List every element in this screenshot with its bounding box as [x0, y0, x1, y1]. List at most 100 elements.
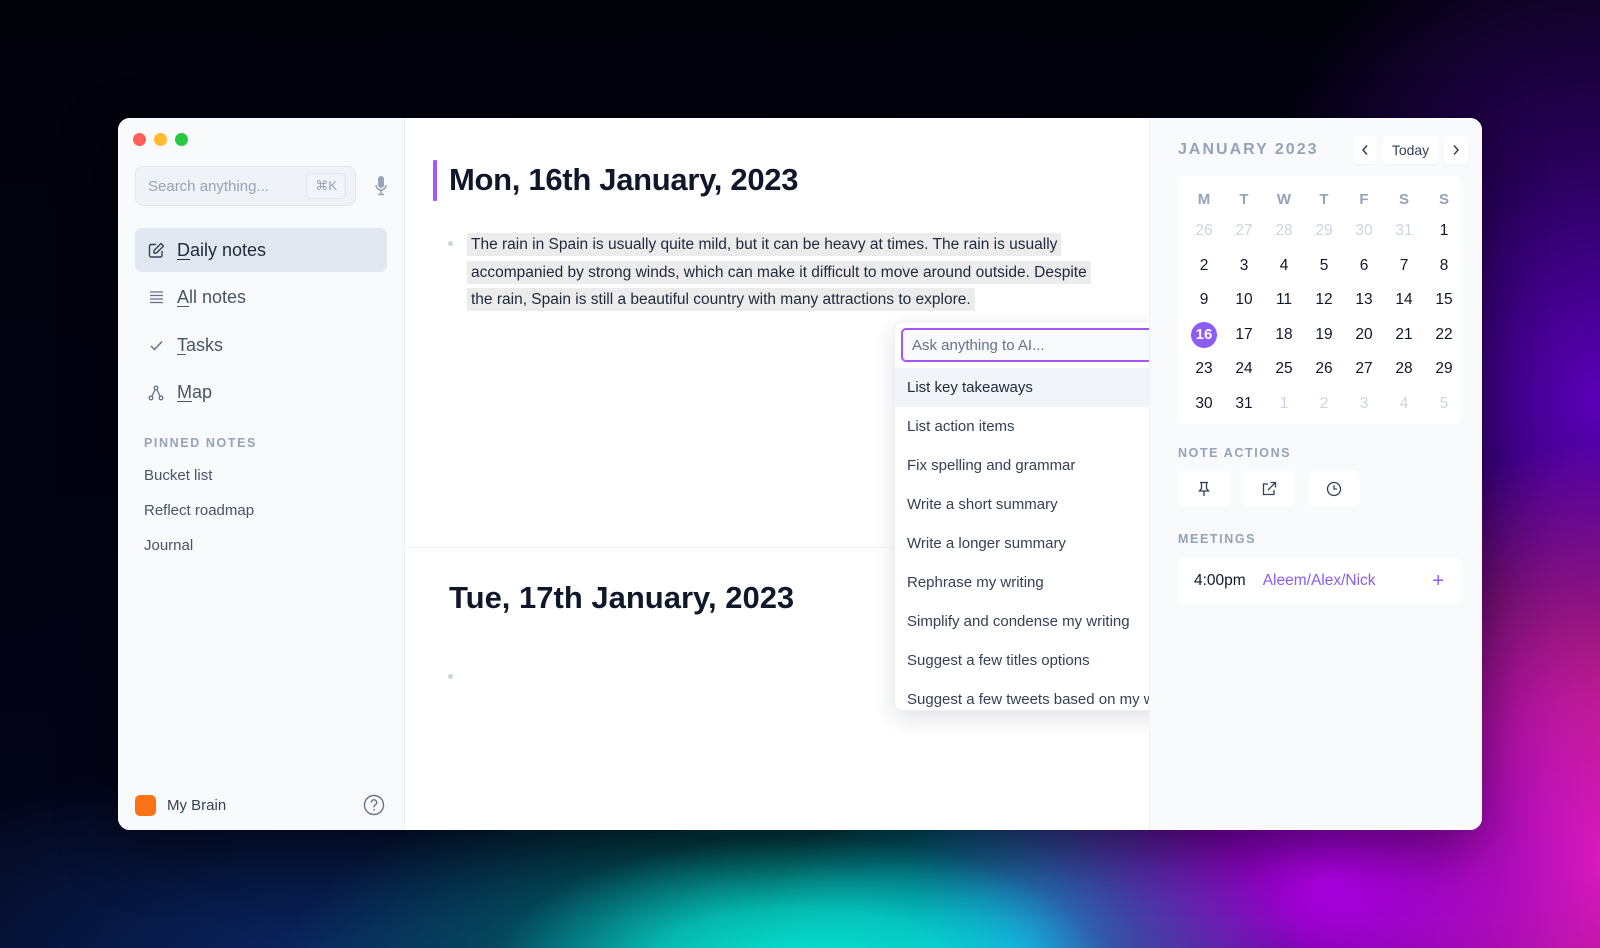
minimize-window-button[interactable] — [154, 133, 167, 146]
pinned-note-reflect-roadmap[interactable]: Reflect roadmap — [144, 502, 257, 520]
calendar-day[interactable]: 2 — [1184, 249, 1224, 284]
pin-icon — [1198, 481, 1210, 496]
today-button[interactable]: Today — [1382, 136, 1439, 164]
search-row: ⌘K — [135, 166, 390, 206]
external-link-icon — [1262, 481, 1277, 495]
calendar-day[interactable]: 24 — [1224, 352, 1264, 387]
close-window-button[interactable] — [133, 133, 146, 146]
calendar-day[interactable]: 25 — [1264, 352, 1304, 387]
editor: Mon, 16th January, 2023 The rain in Spai… — [405, 118, 1345, 830]
note-history-button[interactable] — [1308, 471, 1360, 506]
calendar-day[interactable]: 4 — [1384, 387, 1424, 422]
pencil-square-icon — [147, 241, 165, 259]
brain-color-swatch — [135, 795, 156, 816]
sidebar: ⌘K Daily notes All notes — [118, 118, 405, 830]
calendar-day[interactable]: 21 — [1384, 318, 1424, 353]
search-input[interactable] — [148, 177, 298, 195]
sidebar-item-label: Daily notes — [177, 239, 267, 260]
calendar-day[interactable]: 18 — [1264, 318, 1304, 353]
calendar-day[interactable]: 11 — [1264, 283, 1304, 318]
calendar-day[interactable]: 28 — [1384, 352, 1424, 387]
meeting-attendees-link[interactable]: Aleem/Alex/Nick — [1263, 572, 1433, 590]
sidebar-item-tasks[interactable]: Tasks — [135, 323, 387, 367]
calendar-day-number: 9 — [1199, 291, 1209, 309]
calendar-day[interactable]: 2 — [1304, 387, 1344, 422]
calendar-day[interactable]: 13 — [1344, 283, 1384, 318]
calendar-day[interactable]: 15 — [1424, 283, 1464, 318]
calendar-day[interactable]: 20 — [1344, 318, 1384, 353]
pin-note-button[interactable] — [1178, 471, 1230, 506]
calendar-day-number: 5 — [1319, 256, 1329, 274]
sidebar-item-daily-notes[interactable]: Daily notes — [135, 228, 387, 272]
calendar-day[interactable]: 30 — [1184, 387, 1224, 422]
calendar-day[interactable]: 29 — [1304, 214, 1344, 249]
help-circle-icon[interactable] — [363, 794, 385, 816]
current-note-indicator — [433, 160, 437, 201]
graph-switcher[interactable]: My Brain — [135, 795, 226, 816]
note-title[interactable]: Mon, 16th January, 2023 — [449, 162, 798, 198]
calendar-day[interactable]: 14 — [1384, 283, 1424, 318]
calendar-day[interactable]: 26 — [1184, 214, 1224, 249]
weekday-label: S — [1438, 190, 1449, 208]
microphone-icon[interactable] — [372, 175, 390, 197]
pinned-note-bucket-list[interactable]: Bucket list — [144, 467, 257, 485]
calendar-day[interactable]: 5 — [1304, 249, 1344, 284]
calendar-day[interactable]: 31 — [1224, 387, 1264, 422]
next-month-button[interactable] — [1444, 136, 1468, 164]
calendar-day-number: 3 — [1359, 394, 1369, 412]
clock-icon — [1326, 481, 1342, 496]
calendar-day[interactable]: 26 — [1304, 352, 1344, 387]
calendar-day[interactable]: 17 — [1224, 318, 1264, 353]
note-title[interactable]: Tue, 17th January, 2023 — [449, 580, 794, 616]
calendar-day[interactable]: 27 — [1344, 352, 1384, 387]
calendar-day[interactable]: 28 — [1264, 214, 1304, 249]
calendar-day[interactable]: 22 — [1424, 318, 1464, 353]
calendar-day-number: 15 — [1435, 291, 1453, 309]
calendar-day-number: 27 — [1235, 222, 1253, 240]
calendar-day[interactable]: 7 — [1384, 249, 1424, 284]
calendar-day[interactable]: 3 — [1224, 249, 1264, 284]
open-external-button[interactable] — [1243, 471, 1295, 506]
pinned-note-journal[interactable]: Journal — [144, 537, 257, 555]
maximize-window-button[interactable] — [175, 133, 188, 146]
add-meeting-note-button[interactable]: + — [1432, 571, 1444, 591]
calendar-day-number: 30 — [1355, 222, 1373, 240]
calendar-day[interactable]: 31 — [1384, 214, 1424, 249]
calendar-day[interactable]: 4 — [1264, 249, 1304, 284]
weekday-label: W — [1276, 190, 1292, 208]
note-body-selected-text[interactable]: The rain in Spain is usually quite mild,… — [467, 231, 1097, 314]
calendar-day[interactable]: 6 — [1344, 249, 1384, 284]
calendar-day-number: 31 — [1235, 394, 1253, 412]
calendar-day-selected[interactable]: 16 — [1184, 318, 1224, 353]
calendar-day-number: 16 — [1191, 321, 1217, 348]
calendar-day[interactable]: 10 — [1224, 283, 1264, 318]
calendar-day[interactable]: 1 — [1424, 214, 1464, 249]
calendar-day-number: 29 — [1435, 360, 1453, 378]
selected-text[interactable]: The rain in Spain is usually quite mild,… — [467, 233, 1091, 311]
calendar-day-number: 4 — [1279, 256, 1289, 274]
previous-month-button[interactable] — [1353, 136, 1377, 164]
calendar-day[interactable]: 29 — [1424, 352, 1464, 387]
calendar-day[interactable]: 5 — [1424, 387, 1464, 422]
calendar-day[interactable]: 19 — [1304, 318, 1344, 353]
check-icon — [147, 336, 165, 354]
app-window: ⌘K Daily notes All notes — [118, 118, 1482, 830]
calendar-day-number: 27 — [1355, 360, 1373, 378]
graph-icon — [147, 384, 165, 402]
search-box[interactable]: ⌘K — [135, 166, 356, 206]
sidebar-item-map[interactable]: Map — [135, 371, 387, 415]
calendar-day[interactable]: 8 — [1424, 249, 1464, 284]
weekday-label: S — [1398, 190, 1409, 208]
meeting-time: 4:00pm — [1194, 572, 1246, 589]
calendar-day[interactable]: 1 — [1264, 387, 1304, 422]
calendar-day[interactable]: 30 — [1344, 214, 1384, 249]
calendar-day[interactable]: 23 — [1184, 352, 1224, 387]
calendar-day[interactable]: 12 — [1304, 283, 1344, 318]
sidebar-item-all-notes[interactable]: All notes — [135, 276, 387, 320]
calendar-day[interactable]: 3 — [1344, 387, 1384, 422]
calendar-day[interactable]: 9 — [1184, 283, 1224, 318]
chevron-left-icon — [1361, 145, 1368, 155]
calendar-day-number: 17 — [1235, 325, 1253, 343]
calendar-day-number: 26 — [1315, 360, 1333, 378]
calendar-day[interactable]: 27 — [1224, 214, 1264, 249]
